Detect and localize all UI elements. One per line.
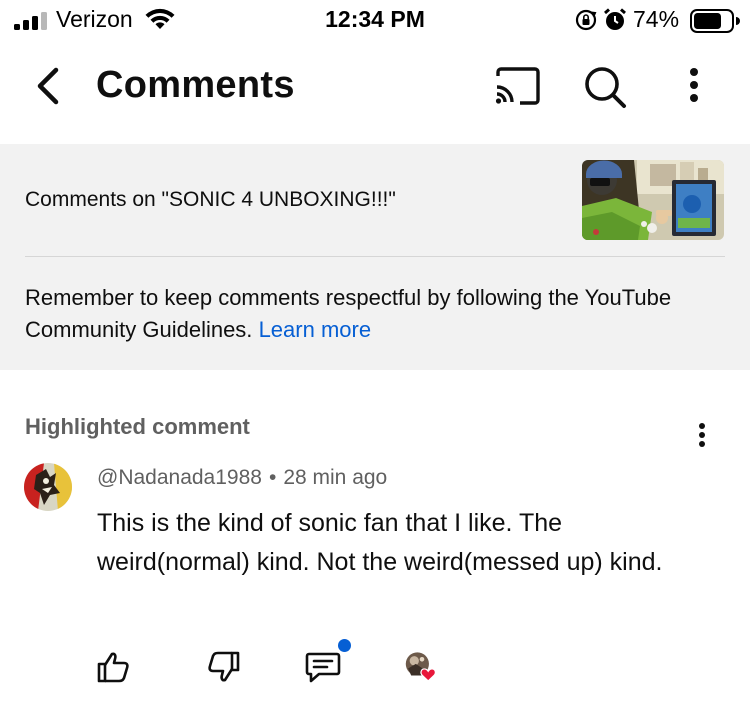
app-bar: Comments: [0, 44, 750, 144]
highlighted-comment-label: Highlighted comment: [25, 414, 250, 439]
alarm-clock-icon: [604, 8, 626, 30]
notification-dot: [338, 639, 351, 652]
cast-icon[interactable]: [494, 66, 542, 106]
back-arrow-icon[interactable]: [28, 64, 68, 108]
search-icon[interactable]: [582, 64, 628, 110]
learn-more-link[interactable]: Learn more: [259, 317, 372, 342]
community-guidelines-notice: Remember to keep comments respectful by …: [25, 282, 715, 346]
thumbs-down-icon[interactable]: [207, 650, 241, 684]
comments-info-panel: Comments on "SONIC 4 UNBOXING!!!" Rememb…: [0, 144, 750, 370]
comment-more-icon[interactable]: [692, 422, 712, 450]
comment-meta: @Nadanada1988 • 28 min ago: [97, 466, 387, 490]
rotation-lock-icon: [575, 9, 597, 31]
creator-heart-avatar: [405, 652, 436, 682]
comment-time: 28 min ago: [283, 466, 388, 489]
page-title: Comments: [96, 64, 295, 106]
reply-icon[interactable]: [305, 650, 341, 684]
commenter-avatar[interactable]: [24, 463, 72, 511]
comment-text: This is the kind of sonic fan that I lik…: [97, 509, 663, 576]
panel-divider: [25, 256, 725, 257]
battery-icon: [690, 9, 740, 33]
comment-author[interactable]: @Nadanada1988: [97, 466, 262, 489]
thumbs-up-icon[interactable]: [96, 650, 130, 684]
meta-separator: •: [268, 466, 277, 489]
battery-percentage: 74%: [633, 6, 680, 32]
more-vert-icon[interactable]: [682, 66, 706, 106]
video-thumbnail[interactable]: [582, 160, 724, 240]
status-bar: Verizon 12:34 PM 74%: [0, 0, 750, 42]
video-title-line: Comments on "SONIC 4 UNBOXING!!!": [25, 188, 396, 211]
